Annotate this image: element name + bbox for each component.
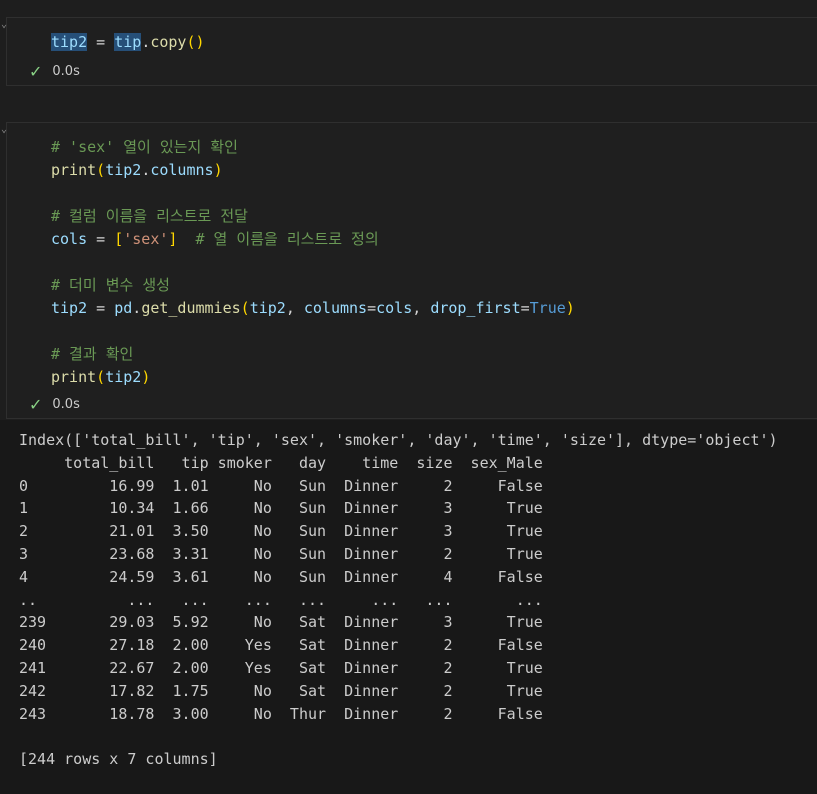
code-token: drop_first bbox=[430, 299, 521, 317]
code-token: cols bbox=[51, 230, 88, 248]
code-token: [ bbox=[114, 230, 124, 248]
code-line[interactable] bbox=[51, 320, 575, 343]
code-token: . bbox=[132, 299, 142, 317]
code-line[interactable]: print(tip2.columns) bbox=[51, 159, 575, 182]
code-line[interactable]: print(tip2) bbox=[51, 366, 575, 389]
code-cell-2[interactable]: ⌄ # 'sex' 열이 있는지 확인 print(tip2.columns) # … bbox=[1, 122, 817, 419]
code-token: , bbox=[412, 299, 431, 317]
code-line[interactable]: # 더미 변수 생성 bbox=[51, 274, 575, 297]
code-token: = bbox=[520, 299, 530, 317]
code-token: . bbox=[141, 33, 151, 51]
code-token: tip2 bbox=[105, 161, 142, 179]
code-line[interactable]: cols = ['sex'] # 열 이름을 리스트로 정의 bbox=[51, 228, 575, 251]
code-token: tip2 bbox=[51, 33, 88, 51]
code-token: print bbox=[51, 161, 97, 179]
code-token: print bbox=[51, 368, 97, 386]
code-token: # 더미 변수 생성 bbox=[51, 276, 170, 294]
code-token: # 컬럼 이름을 리스트로 전달 bbox=[51, 207, 248, 225]
code-token: True bbox=[529, 299, 566, 317]
success-check-icon: ✓ bbox=[29, 395, 43, 414]
code-line[interactable] bbox=[51, 182, 575, 205]
code-line[interactable]: # 결과 확인 bbox=[51, 343, 575, 366]
code-token: get_dummies bbox=[141, 299, 241, 317]
code-line[interactable] bbox=[51, 251, 575, 274]
execution-time: 0.0s bbox=[52, 397, 80, 412]
code-token: = bbox=[367, 299, 377, 317]
code-token: ( bbox=[96, 161, 106, 179]
code-cell-1[interactable]: ⌄ tip2 = tip.copy() ✓ 0.0s bbox=[1, 17, 817, 86]
cell-corner-marker: ⌄ bbox=[1, 19, 8, 30]
code-line[interactable]: # 컬럼 이름을 리스트로 전달 bbox=[51, 205, 575, 228]
code-token: # 결과 확인 bbox=[51, 345, 134, 363]
code-token: () bbox=[186, 33, 205, 51]
code-token: copy bbox=[150, 33, 187, 51]
code-token: = bbox=[87, 230, 115, 248]
code-token: ( bbox=[240, 299, 250, 317]
code-token: columns bbox=[303, 299, 368, 317]
cell-2-status: ✓ 0.0s bbox=[29, 395, 80, 414]
code-token: pd bbox=[114, 299, 133, 317]
code-token: = bbox=[87, 299, 115, 317]
code-editor-2[interactable]: # 'sex' 열이 있는지 확인 print(tip2.columns) # 컬럼… bbox=[51, 136, 575, 389]
code-token: tip bbox=[114, 33, 142, 51]
code-token: tip2 bbox=[105, 368, 142, 386]
code-token: ) bbox=[141, 368, 151, 386]
code-token: tip2 bbox=[51, 299, 88, 317]
code-token: . bbox=[141, 161, 151, 179]
code-editor-1[interactable]: tip2 = tip.copy() bbox=[51, 31, 205, 54]
output-text: Index(['total_bill', 'tip', 'sex', 'smok… bbox=[19, 431, 778, 769]
code-token: tip2 bbox=[249, 299, 286, 317]
code-token: # 'sex' 열이 있는지 확인 bbox=[51, 138, 238, 156]
cell-output: Index(['total_bill', 'tip', 'sex', 'smok… bbox=[0, 420, 817, 794]
code-token: cols bbox=[376, 299, 413, 317]
code-token: ) bbox=[565, 299, 575, 317]
code-token: columns bbox=[150, 161, 214, 179]
code-token: 'sex' bbox=[123, 230, 169, 248]
cell-corner-marker: ⌄ bbox=[1, 124, 8, 135]
code-line[interactable]: tip2 = pd.get_dummies(tip2, columns=cols… bbox=[51, 297, 575, 320]
code-token: ( bbox=[96, 368, 106, 386]
execution-time: 0.0s bbox=[52, 64, 80, 79]
code-token: ) bbox=[213, 161, 223, 179]
code-line[interactable]: # 'sex' 열이 있는지 확인 bbox=[51, 136, 575, 159]
code-token: = bbox=[87, 33, 115, 51]
code-line[interactable]: tip2 = tip.copy() bbox=[51, 31, 205, 54]
code-token: # 열 이름을 리스트로 정의 bbox=[177, 230, 379, 248]
success-check-icon: ✓ bbox=[29, 62, 43, 81]
code-token: , bbox=[285, 299, 304, 317]
cell-1-status: ✓ 0.0s bbox=[29, 62, 80, 81]
